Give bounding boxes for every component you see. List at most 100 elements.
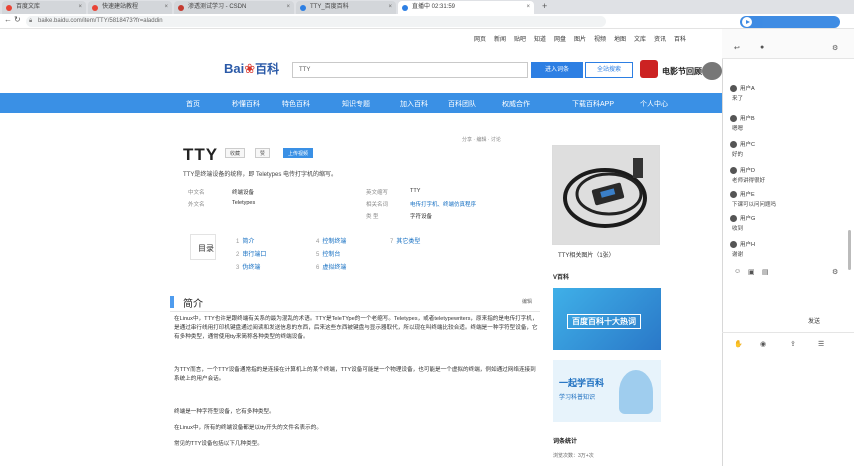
baike-logo[interactable]: Bai❀百科	[224, 60, 279, 77]
top-link[interactable]: 资讯	[654, 34, 666, 43]
panel-divider	[722, 332, 854, 333]
panel-scrollbar[interactable]	[848, 230, 851, 270]
nav-item[interactable]: 特色百科	[282, 99, 310, 109]
chat-message: 嗯嗯	[732, 126, 744, 132]
url-text: baike.baidu.com/item/TTY/5818473?fr=alad…	[38, 18, 163, 24]
like-button[interactable]: 赞	[255, 148, 271, 158]
play-icon[interactable]	[742, 17, 752, 27]
info-value: TTY	[410, 188, 421, 194]
live-control-bar[interactable]	[740, 16, 840, 28]
browser-tab[interactable]: TTY_百度百科 ×	[296, 1, 396, 14]
browser-tab[interactable]: 渗透测试学习 - CSDN ×	[174, 1, 294, 14]
nav-item[interactable]: 百科团队	[448, 99, 476, 109]
hot-words-banner[interactable]: 百度百科十大热词	[553, 288, 661, 350]
site-search-button[interactable]: 全站搜索	[585, 62, 633, 78]
new-tab-button[interactable]: +	[542, 1, 547, 11]
top-link[interactable]: 新闻	[494, 34, 506, 43]
tab-label: 渗透测试学习 - CSDN	[188, 4, 247, 10]
promo-link[interactable]: 电影节回顾	[662, 66, 702, 77]
top-link[interactable]: 视频	[594, 34, 606, 43]
top-link[interactable]: 百科	[674, 34, 686, 43]
file-icon[interactable]: ▤	[762, 268, 769, 276]
info-value-link[interactable]: 电传打字机、终端仿真程序	[410, 200, 476, 208]
entry-meta[interactable]: 分享 · 编辑 · 讨论	[462, 136, 501, 143]
avatar	[730, 85, 737, 93]
favicon-icon	[402, 5, 408, 11]
toc-item[interactable]: 5 控制台	[316, 249, 340, 258]
paragraph: 在Linux中，TTY也许是跟终端有关系的最为混乱的术语。TTY是TeleTYp…	[174, 316, 538, 340]
nav-item[interactable]: 权威合作	[502, 99, 530, 109]
chat-message: 来了	[732, 96, 744, 102]
info-key: 英文缩写	[366, 190, 389, 196]
tab-label: TTY_百度百科	[310, 4, 349, 10]
download-app-link[interactable]: 下载百科APP	[572, 99, 614, 109]
toc-item[interactable]: 6 虚拟终端	[316, 262, 346, 271]
close-icon[interactable]: ×	[286, 1, 290, 14]
entry-image[interactable]	[552, 145, 660, 245]
url-input[interactable]: 🔒︎ baike.baidu.com/item/TTY/5818473?fr=a…	[26, 16, 606, 27]
toc-item[interactable]: 1 简介	[236, 236, 254, 245]
top-link[interactable]: 贴吧	[514, 34, 526, 43]
browser-tab[interactable]: 百度文库 ×	[2, 1, 86, 14]
top-link[interactable]: 图片	[574, 34, 586, 43]
section-edit-link[interactable]: 编辑	[522, 298, 532, 305]
mic-icon[interactable]: ●	[760, 44, 764, 51]
favicon-icon	[178, 5, 184, 11]
image-icon[interactable]: ▣	[748, 268, 755, 276]
menu-icon[interactable]: ☰	[818, 340, 824, 348]
toc-item[interactable]: 2 串行端口	[236, 249, 266, 258]
close-icon[interactable]: ×	[526, 1, 530, 14]
section-divider	[170, 311, 540, 312]
toc-number: 6	[316, 265, 320, 271]
toc-number: 7	[390, 239, 394, 245]
close-icon[interactable]: ×	[164, 1, 168, 14]
toc-item[interactable]: 7 其它类型	[390, 236, 420, 245]
browser-tab[interactable]: 快速建站教程 ×	[88, 1, 172, 14]
top-link[interactable]: 网盘	[554, 34, 566, 43]
logo-sub: 百科	[255, 62, 280, 76]
back-icon[interactable]: ←	[4, 15, 12, 24]
top-link[interactable]: 地图	[614, 34, 626, 43]
favorite-button[interactable]: 收藏	[225, 148, 246, 158]
hand-icon[interactable]: ✋	[734, 340, 743, 348]
reply-icon[interactable]: ↩	[734, 44, 740, 52]
settings-icon[interactable]: ⚙	[832, 44, 838, 52]
toc-text: 控制台	[322, 252, 341, 258]
image-caption[interactable]: TTY相关图片（1张）	[558, 250, 615, 259]
chat-user: 用户H	[730, 240, 755, 249]
chat-username: 用户D	[740, 168, 755, 174]
favicon-icon	[300, 5, 306, 11]
nav-item[interactable]: 知识专题	[342, 99, 370, 109]
avatar	[730, 141, 737, 149]
nav-item[interactable]: 首页	[186, 99, 200, 109]
more-settings-icon[interactable]: ⚙	[832, 268, 838, 276]
mascot-icon	[619, 370, 653, 414]
upload-video-button[interactable]: 上传视频	[283, 148, 314, 158]
avatar[interactable]	[702, 62, 722, 80]
learn-banner[interactable]: 一起学百科 学习科普知识	[553, 360, 661, 422]
send-button[interactable]: 发送	[808, 316, 820, 325]
browser-tab-active[interactable]: 直播中 02:31:59 ×	[398, 1, 534, 14]
info-key: 类 型	[366, 214, 379, 220]
emoji-icon[interactable]: ☺	[734, 268, 741, 275]
search-input[interactable]: TTY	[292, 62, 528, 78]
toc-item[interactable]: 4 控制终端	[316, 236, 346, 245]
camera-icon[interactable]: ◉	[760, 340, 766, 348]
share-icon[interactable]: ⇪	[790, 340, 796, 348]
enter-entry-button[interactable]: 进入词条	[531, 62, 583, 78]
close-icon[interactable]: ×	[388, 1, 392, 14]
nav-item[interactable]: 秒懂百科	[232, 99, 260, 109]
top-link[interactable]: 网页	[474, 34, 486, 43]
close-icon[interactable]: ×	[78, 1, 82, 14]
tab-label: 直播中 02:31:59	[412, 4, 456, 10]
chat-user: 用户E	[730, 190, 755, 199]
favicon-icon	[92, 5, 98, 11]
chat-user: 用户C	[730, 140, 755, 149]
toc-item[interactable]: 3 伪终端	[236, 262, 260, 271]
top-link[interactable]: 文库	[634, 34, 646, 43]
user-center-link[interactable]: 个人中心	[640, 99, 668, 109]
reload-icon[interactable]: ↻	[14, 15, 21, 24]
nav-item[interactable]: 加入百科	[400, 99, 428, 109]
stats-value: 浏览次数：3万+次	[553, 453, 594, 459]
top-link[interactable]: 知道	[534, 34, 546, 43]
